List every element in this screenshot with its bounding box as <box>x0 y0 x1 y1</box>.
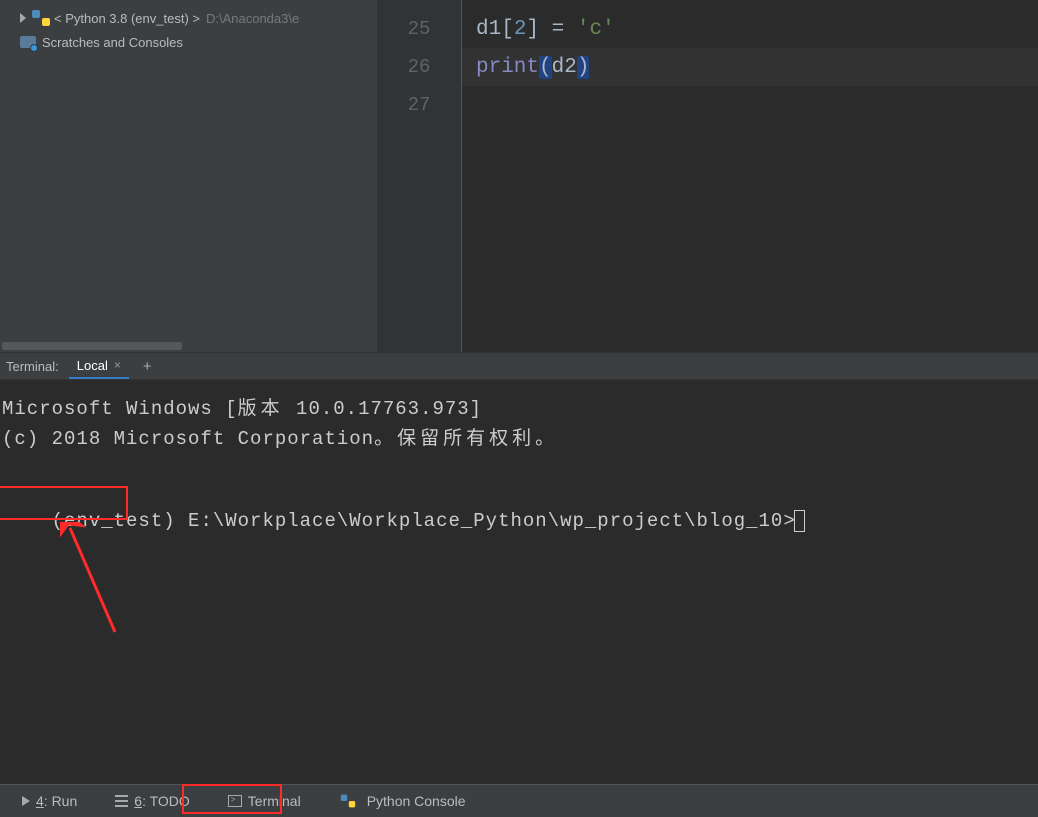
code-line-26[interactable]: print(d2) <box>462 48 1038 86</box>
scratches-icon <box>20 34 36 50</box>
annotation-box-terminal-button <box>182 784 282 814</box>
project-panel: < Python 3.8 (env_test) > D:\Anaconda3\e… <box>0 0 377 352</box>
python-console-label: Python Console <box>367 793 466 809</box>
line-number: 26 <box>377 48 461 86</box>
annotation-box-env <box>0 486 128 520</box>
external-libs-label: < Python 3.8 (env_test) > <box>54 11 200 26</box>
terminal-tab-local[interactable]: Local × <box>69 353 129 379</box>
list-icon <box>115 795 128 807</box>
tab-local-label: Local <box>77 358 108 373</box>
code-line-27[interactable] <box>462 86 1038 124</box>
python-icon <box>32 10 50 26</box>
scratches-row[interactable]: Scratches and Consoles <box>0 30 377 54</box>
close-icon[interactable]: × <box>114 358 121 372</box>
editor-gutter: 25 26 27 <box>377 0 462 352</box>
scrollbar-thumb[interactable] <box>2 342 182 350</box>
terminal-line: Microsoft Windows [版本 10.0.17763.973] <box>2 394 1036 424</box>
prompt-path: E:\Workplace\Workplace_Python\wp_project… <box>176 510 796 532</box>
terminal-cursor <box>794 510 805 532</box>
python-console-button[interactable]: Python Console <box>331 790 474 812</box>
scratches-label: Scratches and Consoles <box>42 35 183 50</box>
add-terminal-button[interactable]: + <box>143 358 152 375</box>
terminal-line: (c) 2018 Microsoft Corporation。保留所有权利。 <box>2 424 1036 454</box>
code-area[interactable]: d1[2] = 'c' print(d2) <box>462 0 1038 352</box>
terminal-body[interactable]: Microsoft Windows [版本 10.0.17763.973] (c… <box>0 380 1038 774</box>
editor-panel[interactable]: 25 26 27 d1[2] = 'c' print(d2) <box>377 0 1038 352</box>
bottom-toolbar: 4: Run 6: TODO Terminal Python Console <box>0 784 1038 817</box>
run-icon <box>22 796 30 806</box>
line-number: 27 <box>377 86 461 124</box>
line-number: 25 <box>377 10 461 48</box>
sidebar-scrollbar[interactable] <box>2 342 262 350</box>
terminal-header-label: Terminal: <box>6 359 59 374</box>
terminal-header: Terminal: Local × + <box>0 352 1038 380</box>
python-icon <box>340 795 354 808</box>
external-libs-path: D:\Anaconda3\e <box>206 11 299 26</box>
chevron-right-icon[interactable] <box>20 13 26 23</box>
run-toolwindow-button[interactable]: 4: Run <box>14 790 85 812</box>
external-libs-row[interactable]: < Python 3.8 (env_test) > D:\Anaconda3\e <box>0 6 377 30</box>
code-line-25[interactable]: d1[2] = 'c' <box>462 10 1038 48</box>
